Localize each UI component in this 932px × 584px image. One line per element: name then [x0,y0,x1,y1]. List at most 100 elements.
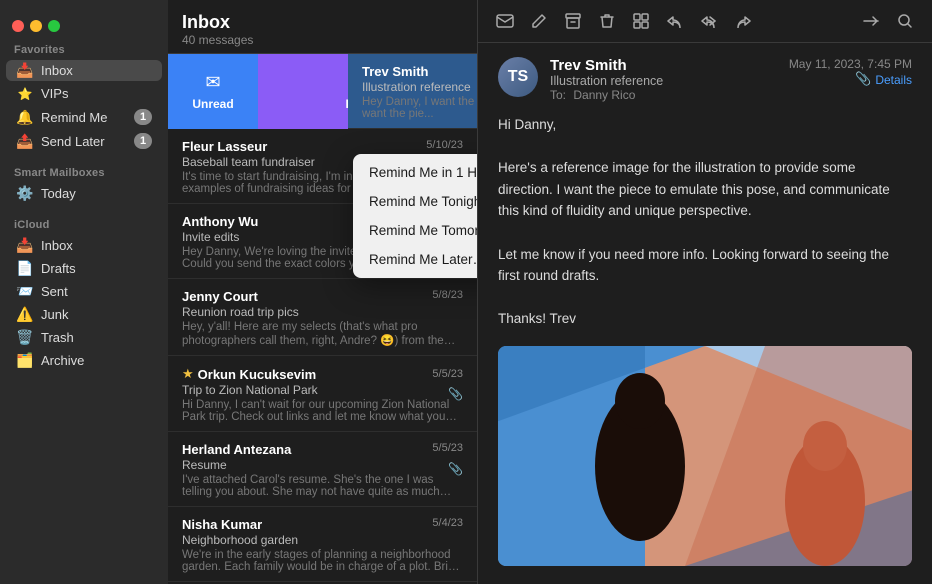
message-date: 5/4/23 [432,517,463,529]
trev-smith-swipe-container: ✉ Unread 🔔 Remind Trev Smith Illustratio… [168,54,477,129]
sidebar: Favorites 📥 Inbox ⭐ VIPs 🔔 Remind Me 1 📤… [0,0,168,584]
trash-toolbar-icon[interactable] [594,8,620,34]
sidebar-item-label: Drafts [41,261,152,276]
drafts-icon: 📄 [16,262,34,276]
email-header: TS Trev Smith Illustration reference To:… [498,57,912,102]
inbox-title: Inbox [182,12,463,33]
sidebar-item-label: Trash [41,330,152,345]
attachment-icon: 📎 [448,462,463,476]
archive-toolbar-icon[interactable] [560,8,586,34]
unread-swipe-button[interactable]: ✉ Unread [168,54,258,129]
details-link[interactable]: Details [875,73,912,87]
sender-name: Fleur Lasseur [182,139,420,154]
message-preview: I've attached Carol's resume. She's the … [182,474,463,498]
message-date: 5/8/23 [432,289,463,301]
sidebar-item-label: Junk [41,307,152,322]
dropdown-item-tonight[interactable]: Remind Me Tonight [353,187,477,216]
star-icon: ⭐ [16,87,34,101]
message-item-nisha-kumar[interactable]: Nisha Kumar 5/4/23 Neighborhood garden W… [168,507,477,582]
message-preview: Hey Danny, I want the piece to emulate t… [362,96,477,120]
close-button[interactable] [12,20,24,32]
attachment-icon: 📎 [448,387,463,401]
star-flag-icon: ★ [182,366,194,382]
detail-content: TS Trev Smith Illustration reference To:… [478,43,932,584]
message-count: 40 messages [182,33,463,47]
sidebar-item-icloud-inbox[interactable]: 📥 Inbox [6,235,162,256]
email-body: Hi Danny, Here's a reference image for t… [498,114,912,330]
sidebar-item-label: Remind Me [41,110,127,125]
sidebar-item-remind-me[interactable]: 🔔 Remind Me 1 [6,106,162,128]
sender-name: Herland Antezana [182,442,426,457]
message-date: 5/5/23 [432,368,463,380]
trash-icon: 🗑️ [16,331,34,345]
sidebar-item-trash[interactable]: 🗑️ Trash [6,327,162,348]
email-date: May 11, 2023, 7:45 PM [789,57,912,71]
sidebar-item-sent[interactable]: 📨 Sent [6,281,162,302]
sidebar-item-junk[interactable]: ⚠️ Junk [6,304,162,325]
message-preview: We're in the early stages of planning a … [182,549,463,573]
message-date: 5/5/23 [432,442,463,454]
favorites-label: Favorites [0,38,168,59]
message-subject: Illustration reference [362,80,477,94]
maximize-button[interactable] [48,20,60,32]
messages-scroll[interactable]: ✉ Unread 🔔 Remind Trev Smith Illustratio… [168,54,477,584]
message-subject: Reunion road trip pics [182,305,463,319]
dropdown-item-1hr[interactable]: Remind Me in 1 Hour [353,158,477,187]
message-item-jenny-court[interactable]: Jenny Court 5/8/23 Reunion road trip pic… [168,279,477,356]
forward-toolbar-icon[interactable] [730,8,756,34]
sidebar-item-label: Today [41,186,152,201]
sidebar-item-today[interactable]: ⚙️ Today [6,183,162,204]
photo-svg [498,346,912,566]
unread-swipe-icon: ✉ [205,72,220,93]
email-sender-name: Trev Smith [550,57,789,74]
smart-mailboxes-label: Smart Mailboxes [0,161,168,182]
bell-icon: 🔔 [16,110,34,124]
mail-toolbar-icon[interactable] [492,8,518,34]
email-meta: May 11, 2023, 7:45 PM 📎 Details [789,57,912,87]
sender-name: Trev Smith [362,64,477,79]
remind-dropdown-menu: Remind Me in 1 Hour Remind Me Tonight Re… [353,154,477,278]
message-date: 5/10/23 [426,139,463,151]
message-subject: Neighborhood garden [182,533,463,547]
sender-name: Orkun Kucuksevim [198,367,427,382]
sender-avatar: TS [498,57,538,97]
move-toolbar-icon[interactable] [628,8,654,34]
sidebar-item-label: Send Later [41,134,127,149]
message-list-header: Inbox 40 messages [168,0,477,54]
sidebar-item-send-later[interactable]: 📤 Send Later 1 [6,130,162,152]
message-item-orkun-kucuksevim[interactable]: ★ Orkun Kucuksevim 5/5/23 Trip to Zion N… [168,356,477,432]
unread-swipe-label: Unread [192,97,233,111]
sidebar-item-label: Archive [41,353,152,368]
dropdown-item-tomorrow[interactable]: Remind Me Tomorrow [353,216,477,245]
message-item-trev-smith[interactable]: Trev Smith Illustration reference Hey Da… [348,54,477,129]
message-subject: Trip to Zion National Park [182,383,463,397]
dropdown-item-later[interactable]: Remind Me Later… [353,245,477,274]
reply-toolbar-icon[interactable] [662,8,688,34]
search-toolbar-icon[interactable] [892,8,918,34]
junk-icon: ⚠️ [16,308,34,322]
sidebar-item-archive[interactable]: 🗂️ Archive [6,350,162,371]
email-header-info: Trev Smith Illustration reference To: Da… [550,57,789,102]
email-photo-attachment [498,346,912,566]
sidebar-item-vips[interactable]: ⭐ VIPs [6,83,162,104]
detail-pane: TS Trev Smith Illustration reference To:… [478,0,932,584]
send-later-badge: 1 [134,133,152,149]
to-label: To: [550,88,566,102]
icloud-inbox-icon: 📥 [16,239,34,253]
sender-name: Nisha Kumar [182,517,426,532]
icloud-label: iCloud [0,213,168,234]
send-later-icon: 📤 [16,134,34,148]
message-preview: Hey, y'all! Here are my selects (that's … [182,321,463,347]
minimize-button[interactable] [30,20,42,32]
sidebar-item-label: Inbox [41,63,152,78]
remind-me-badge: 1 [134,109,152,125]
compose-toolbar-icon[interactable] [526,8,552,34]
reply-all-toolbar-icon[interactable] [696,8,722,34]
sidebar-item-label: Sent [41,284,152,299]
inbox-icon: 📥 [16,64,34,78]
sidebar-item-drafts[interactable]: 📄 Drafts [6,258,162,279]
window-controls [0,10,168,38]
more-toolbar-icon[interactable] [858,8,884,34]
message-item-herland-antezana[interactable]: Herland Antezana 5/5/23 Resume I've atta… [168,432,477,507]
sidebar-item-inbox[interactable]: 📥 Inbox [6,60,162,81]
